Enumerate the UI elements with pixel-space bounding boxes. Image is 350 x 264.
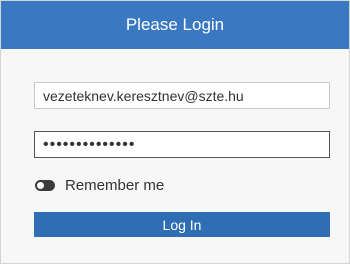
- panel-header: Please Login: [1, 1, 349, 49]
- login-panel: Please Login Remember me Log In: [0, 0, 350, 264]
- remember-me-label: Remember me: [65, 176, 165, 194]
- page-title: Please Login: [125, 15, 225, 34]
- login-button[interactable]: Log In: [34, 212, 330, 237]
- toggle-knob: [37, 181, 44, 189]
- email-field[interactable]: [34, 82, 330, 109]
- toggle-switch-icon[interactable]: [35, 179, 55, 191]
- password-field[interactable]: [34, 131, 330, 158]
- remember-me-toggle[interactable]: Remember me: [35, 175, 164, 195]
